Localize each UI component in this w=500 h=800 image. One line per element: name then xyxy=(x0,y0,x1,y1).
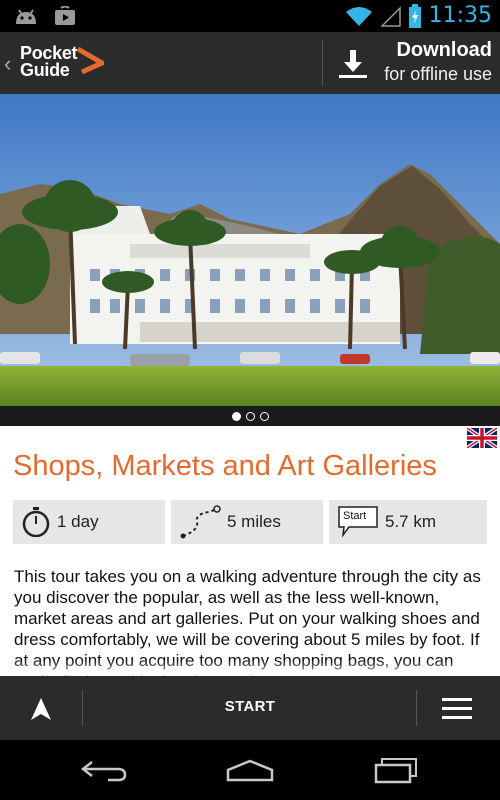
stopwatch-icon xyxy=(22,507,50,537)
signal-icon xyxy=(380,5,401,27)
system-nav-bar xyxy=(0,740,500,800)
status-bar: 11:35 xyxy=(0,0,500,32)
start-button[interactable]: START xyxy=(0,698,500,715)
logo-line-2: Guide xyxy=(20,60,70,80)
pager-dot-2[interactable] xyxy=(245,411,255,421)
download-title: Download xyxy=(396,39,492,61)
hamburger-menu-icon[interactable] xyxy=(442,698,472,720)
pager-dot-1[interactable] xyxy=(231,411,241,421)
android-debug-icon xyxy=(16,9,36,24)
battery-icon xyxy=(408,3,421,28)
recent-apps-icon[interactable] xyxy=(372,756,420,784)
download-offline-button[interactable]: Download for offline use xyxy=(384,38,492,86)
start-distance-stat: Start 5.7 km xyxy=(329,500,487,544)
pager-dot-3[interactable] xyxy=(259,411,269,421)
route-icon xyxy=(180,505,221,539)
bottom-bar: START xyxy=(0,676,500,740)
uk-flag-icon[interactable] xyxy=(467,428,497,448)
distance-stat: 5 miles xyxy=(171,500,323,544)
action-bar: ‹ Pocket Guide Download for offline use xyxy=(0,32,500,94)
back-chevron-icon[interactable]: ‹ xyxy=(4,51,11,77)
image-pager[interactable] xyxy=(0,406,500,426)
hotel-photo xyxy=(0,94,500,406)
duration-value: 1 day xyxy=(57,512,99,531)
download-subtitle: for offline use xyxy=(384,64,492,84)
pocket-guide-logo[interactable]: Pocket Guide xyxy=(20,44,78,80)
start-distance-value: 5.7 km xyxy=(385,512,437,531)
back-icon[interactable] xyxy=(80,758,128,784)
tour-title: Shops, Markets and Art Galleries xyxy=(13,450,437,482)
home-icon[interactable] xyxy=(226,758,274,784)
status-clock: 11:35 xyxy=(428,3,492,28)
bottom-bar-divider-right xyxy=(416,690,417,726)
play-store-icon xyxy=(55,6,75,25)
hero-image[interactable] xyxy=(0,94,500,406)
distance-value: 5 miles xyxy=(227,512,281,531)
download-icon[interactable] xyxy=(336,50,370,80)
logo-arrow-icon xyxy=(76,46,104,75)
wifi-icon xyxy=(345,6,372,26)
duration-stat: 1 day xyxy=(13,500,165,544)
start-bubble-label: Start xyxy=(343,510,367,522)
action-bar-divider xyxy=(322,40,323,86)
app-screen: 11:35 ‹ Pocket Guide Download for offlin… xyxy=(0,0,500,800)
